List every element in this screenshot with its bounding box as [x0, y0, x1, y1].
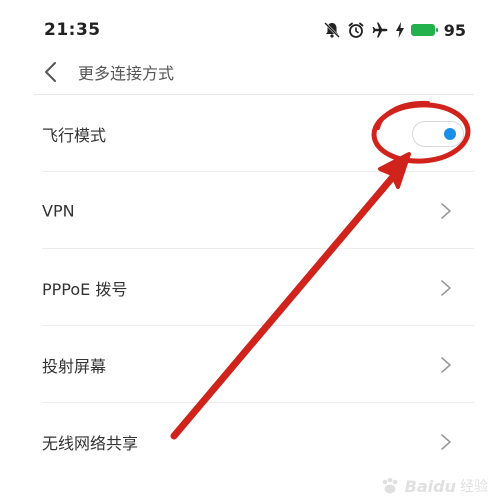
chevron-right-icon — [441, 279, 451, 296]
list-item-cast-screen[interactable]: 投射屏幕 — [0, 326, 500, 403]
mute-icon — [323, 21, 341, 39]
list-item-label: 投射屏幕 — [42, 356, 107, 376]
battery-level: 95 — [443, 20, 466, 40]
list-item-vpn[interactable]: VPN — [0, 172, 500, 249]
status-icons: 95 — [323, 18, 466, 42]
settings-list: 飞行模式 VPN PPPoE 拨号 投射屏幕 无线网络共享 — [0, 95, 500, 480]
watermark: Baidu 经验 — [379, 475, 488, 497]
list-item-pppoe[interactable]: PPPoE 拨号 — [0, 249, 500, 326]
airplane-mode-toggle[interactable] — [412, 120, 464, 147]
watermark-brand: Baidu — [404, 476, 456, 496]
list-item-label: PPPoE 拨号 — [42, 279, 128, 299]
paw-icon — [382, 477, 397, 494]
chevron-left-icon — [45, 62, 56, 82]
settings-screen: 21:35 95 更多连接方式 飞行模式 VPN PPPoE 拨号 投射屏幕 无… — [0, 0, 500, 503]
toggle-knob — [444, 127, 456, 140]
nav-bar: 更多连接方式 — [0, 52, 500, 92]
watermark-sub: 经验 — [460, 479, 488, 495]
status-bar: 21:35 95 — [0, 0, 500, 56]
charging-icon — [395, 22, 405, 38]
list-item-airplane-mode[interactable]: 飞行模式 — [0, 95, 500, 172]
list-item-label: 飞行模式 — [42, 125, 107, 145]
alarm-icon — [347, 21, 365, 39]
chevron-right-icon — [441, 433, 451, 450]
chevron-right-icon — [441, 356, 451, 373]
list-item-label: VPN — [42, 201, 75, 220]
battery-icon — [410, 24, 438, 36]
chevron-right-icon — [441, 202, 451, 219]
back-button[interactable] — [34, 56, 66, 88]
list-item-label: 无线网络共享 — [42, 433, 139, 453]
status-time: 21:35 — [44, 20, 101, 40]
list-item-tethering[interactable]: 无线网络共享 — [0, 403, 500, 480]
page-title: 更多连接方式 — [78, 64, 175, 83]
airplane-icon — [371, 21, 389, 39]
